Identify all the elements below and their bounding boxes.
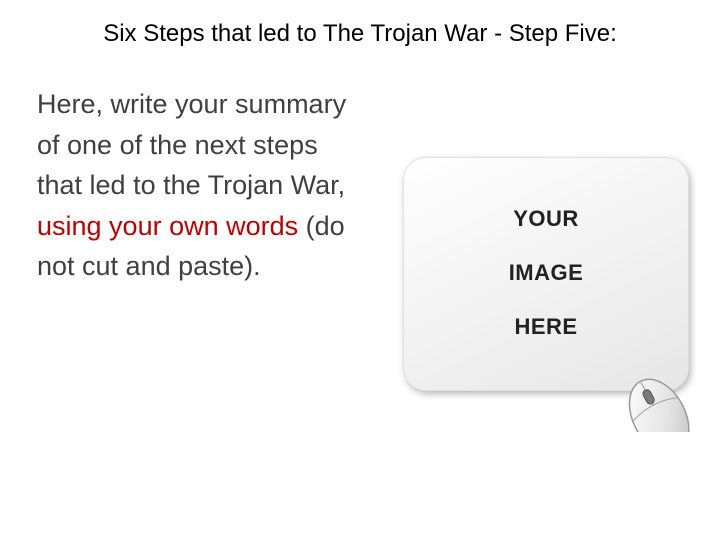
- placeholder-word-here: HERE: [514, 314, 578, 339]
- placeholder-word-your: YOUR: [513, 206, 579, 231]
- slide-title: Six Steps that led to The Trojan War - S…: [103, 20, 617, 47]
- summary-instructions: Here, write your summary of one of the n…: [37, 84, 367, 287]
- computer-mouse-icon: [628, 378, 690, 432]
- instruction-highlight: using your own words: [37, 210, 299, 241]
- image-placeholder: YOUR IMAGE HERE: [398, 152, 696, 432]
- instruction-text: Here, write your summary of one of the n…: [37, 89, 347, 200]
- slide: Six Steps that led to The Trojan War - S…: [0, 0, 720, 540]
- placeholder-word-image: IMAGE: [508, 260, 584, 285]
